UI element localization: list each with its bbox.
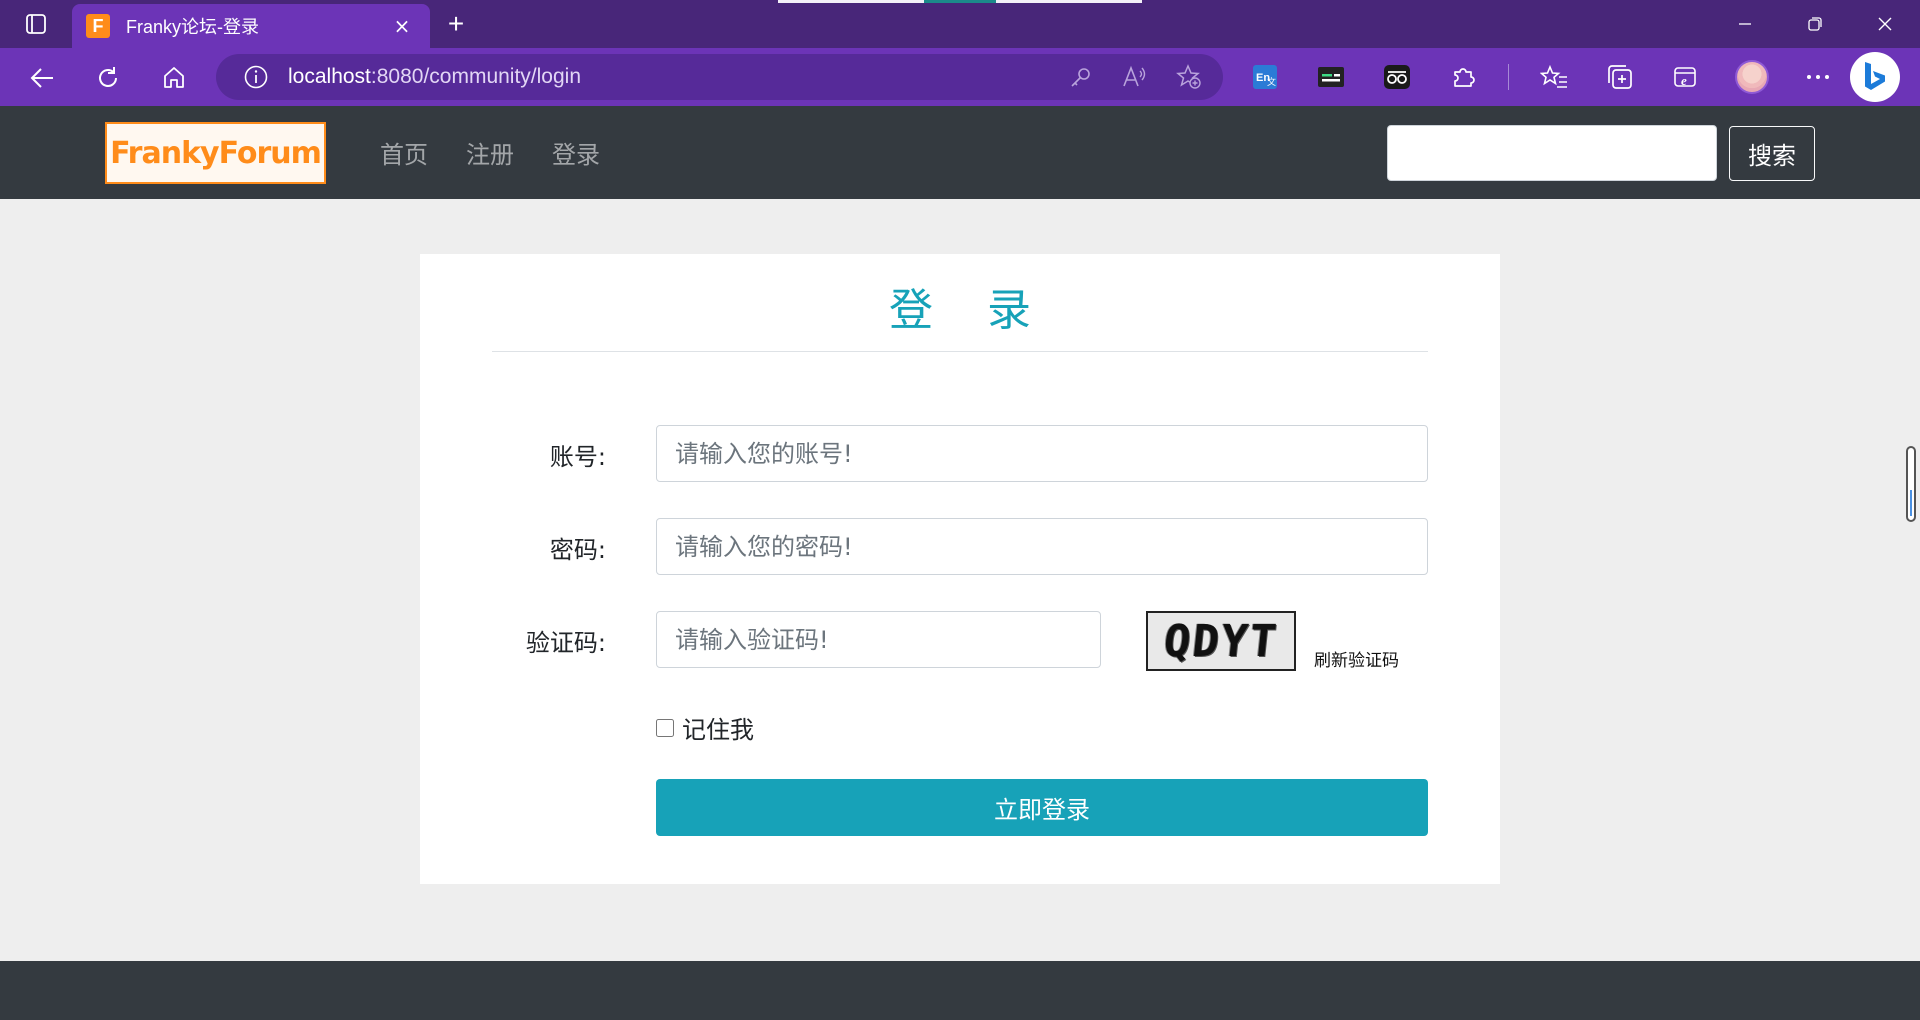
captcha-input[interactable] [656, 611, 1101, 668]
tab-loading-strip-end [996, 0, 1142, 3]
remember-me[interactable]: 记住我 [656, 710, 754, 745]
minimize-button[interactable] [1710, 0, 1780, 48]
password-key-button[interactable] [1063, 59, 1099, 95]
profile-button[interactable] [1731, 56, 1773, 98]
browser-tab-bar: F Franky论坛-登录 × + [0, 0, 1920, 48]
glasses-icon [1384, 65, 1410, 89]
site-navbar: FrankyForum 首页 注册 登录 搜索 [0, 106, 1920, 199]
extensions-button[interactable] [1442, 56, 1484, 98]
collections-icon [1608, 65, 1632, 89]
password-label: 密码: [549, 536, 606, 564]
remember-me-checkbox[interactable] [656, 718, 674, 737]
brand-logo[interactable]: FrankyForum [105, 122, 326, 184]
captcha-label: 验证码: [525, 629, 606, 657]
new-tab-button[interactable]: + [438, 8, 474, 40]
account-input[interactable] [656, 425, 1428, 482]
favorites-list-icon [1540, 64, 1567, 88]
nav-link-home[interactable]: 首页 [380, 135, 428, 170]
translate-extension-button[interactable]: En 文 [1244, 56, 1286, 98]
search-input[interactable] [1387, 125, 1717, 181]
svg-text:e: e [1681, 73, 1687, 88]
search-button[interactable]: 搜索 [1729, 126, 1815, 181]
collections-button[interactable] [1599, 56, 1641, 98]
captcha-text: QDYT [1161, 615, 1281, 667]
translate-icon: En文 [1253, 65, 1277, 89]
login-submit-button[interactable]: 立即登录 [656, 779, 1428, 836]
tab-loading-strip-accent [924, 0, 996, 3]
avatar [1735, 60, 1769, 94]
info-icon [244, 65, 268, 89]
title-divider [492, 351, 1428, 352]
extensions-toolbar: En 文 e [1244, 56, 1863, 98]
refresh-captcha-link[interactable]: 刷新验证码 [1314, 646, 1399, 671]
password-input[interactable] [656, 518, 1428, 575]
refresh-icon [99, 67, 117, 87]
back-button[interactable] [22, 58, 62, 98]
restore-button[interactable] [1780, 0, 1850, 48]
tab-loading-strip [778, 0, 924, 3]
address-bar-actions [1063, 54, 1207, 100]
browser-tab-active[interactable]: F Franky论坛-登录 × [72, 4, 430, 48]
main-nav: 首页 注册 登录 [380, 106, 600, 199]
home-button[interactable] [154, 58, 194, 98]
tab-title: Franky论坛-登录 [126, 17, 260, 37]
toolbar-separator [1508, 64, 1509, 90]
site-favicon-icon: F [86, 14, 110, 38]
account-label: 账号: [549, 443, 606, 471]
tab-actions-icon [26, 14, 46, 34]
refresh-button[interactable] [88, 58, 128, 98]
read-aloud-icon [1123, 65, 1146, 87]
star-add-icon [1176, 64, 1201, 89]
minimize-icon [1739, 23, 1751, 25]
subtitle-extension-button[interactable] [1310, 56, 1352, 98]
favorites-button[interactable] [1533, 56, 1575, 98]
window-controls [1710, 0, 1920, 48]
browser-toolbar: localhost:8080/community/login En 文 e [0, 48, 1920, 106]
close-window-button[interactable] [1850, 0, 1920, 48]
nav-link-login[interactable]: 登录 [552, 135, 600, 170]
puzzle-icon [1454, 68, 1475, 87]
url-text[interactable]: localhost:8080/community/login [288, 65, 581, 89]
nav-link-register[interactable]: 注册 [466, 135, 514, 170]
login-title: 登 录 [889, 285, 1051, 336]
add-favorite-button[interactable] [1171, 59, 1207, 95]
ie-mode-icon: e [1674, 67, 1696, 88]
tab-close-button[interactable]: × [388, 12, 416, 40]
restore-icon [1808, 17, 1822, 31]
more-dots-icon [1807, 75, 1829, 79]
key-icon [1071, 68, 1090, 87]
captcha-image[interactable]: QDYT [1146, 611, 1296, 671]
ie-mode-button[interactable]: e [1665, 56, 1707, 98]
subtitle-icon [1318, 67, 1344, 87]
incognito-extension-button[interactable] [1376, 56, 1418, 98]
bing-logo-icon [1865, 62, 1885, 90]
close-icon [1878, 17, 1892, 31]
svg-text:文: 文 [1267, 76, 1276, 87]
address-bar[interactable]: localhost:8080/community/login [216, 54, 1223, 100]
read-aloud-button[interactable] [1117, 59, 1153, 95]
login-card: 登 录 账号: 密码: 验证码: QDYT 刷新验证码 记住我 立即登录 [420, 254, 1500, 884]
url-host: localhost [288, 65, 371, 88]
home-icon [164, 67, 184, 88]
settings-more-button[interactable] [1797, 56, 1839, 98]
site-footer [0, 961, 1920, 1020]
url-path: :8080/community/login [370, 65, 582, 88]
page-scroll-indicator[interactable] [1906, 446, 1916, 522]
bing-chat-button[interactable] [1850, 52, 1900, 102]
brand-text: FrankyForum [110, 135, 322, 171]
back-arrow-icon [30, 68, 53, 88]
site-info-button[interactable] [234, 64, 278, 90]
tab-actions-button[interactable] [16, 10, 56, 38]
remember-me-label: 记住我 [682, 716, 754, 744]
